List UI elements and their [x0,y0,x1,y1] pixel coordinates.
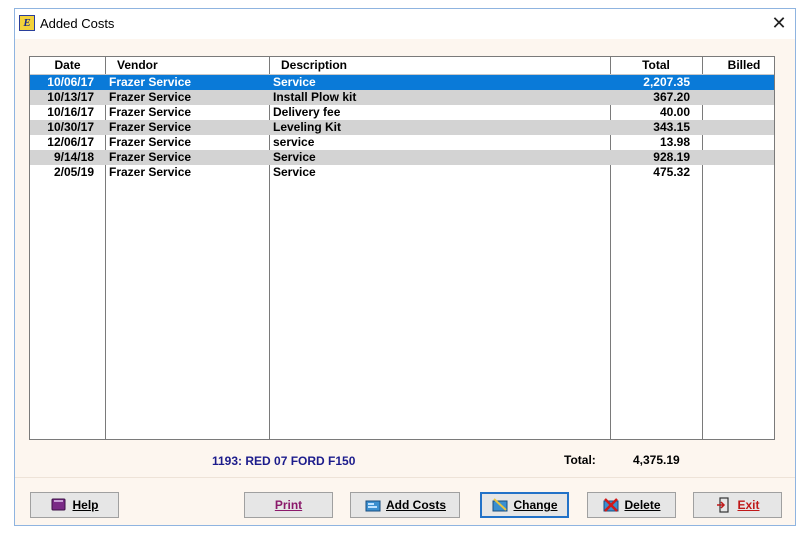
add-costs-button[interactable]: Add Costs [350,492,460,518]
cell-vendor: Frazer Service [109,90,192,104]
cell-total: 343.15 [653,120,690,134]
app-logo-icon: E [19,15,35,31]
cell-billed [702,105,774,120]
table-row[interactable]: 9/14/18 Frazer Service Service 928.19 [30,150,774,165]
vehicle-caption: 1193: RED 07 FORD F150 [212,454,356,468]
help-button[interactable]: Help [30,492,119,518]
add-costs-icon [364,497,382,513]
print-button[interactable]: Print [244,492,333,518]
cell-billed [702,150,774,165]
cell-date: 12/06/17 [47,135,94,149]
exit-label: Exit [737,498,760,512]
cell-billed [702,135,774,150]
header-billed[interactable]: Billed [702,57,774,74]
change-button[interactable]: Change [480,492,569,518]
cell-total: 367.20 [653,90,690,104]
cell-description: service [273,135,315,149]
exit-door-icon [715,497,733,513]
table-row[interactable]: 10/06/17 Frazer Service Service 2,207.35 [30,75,774,90]
total-label: Total: [564,453,596,467]
table-row[interactable]: 10/13/17 Frazer Service Install Plow kit 36… [30,90,774,105]
cell-date: 10/30/17 [47,120,94,134]
cell-date: 10/13/17 [47,90,94,104]
header-date[interactable]: Date [30,57,105,74]
delete-x-icon [602,497,620,513]
header-description[interactable]: Description [281,57,347,74]
cell-description: Delivery fee [273,105,341,119]
cell-billed [702,90,774,105]
edit-icon [491,497,509,513]
cell-vendor: Frazer Service [109,105,192,119]
costs-table[interactable]: Date Vendor Description Total Billed 10/… [29,56,775,440]
cell-billed [702,120,774,135]
cell-date: 9/14/18 [53,150,94,164]
added-costs-window: E Added Costs ✕ Date Vendor Description … [14,8,796,526]
cell-total: 40.00 [659,105,690,119]
table-row[interactable]: 12/06/17 Frazer Service service 13.98 [30,135,774,150]
cell-total: 13.98 [659,135,690,149]
cell-vendor: Frazer Service [109,150,192,164]
header-total[interactable]: Total [610,57,702,74]
help-label: Help [72,498,99,512]
header-vendor[interactable]: Vendor [117,57,158,74]
window-title: Added Costs [40,16,115,31]
cell-total: 2,207.35 [643,75,690,89]
cell-vendor: Frazer Service [109,165,192,179]
cell-description: Install Plow kit [273,90,357,104]
book-icon [50,497,68,513]
exit-button[interactable]: Exit [693,492,782,518]
close-button[interactable]: ✕ [763,9,795,39]
delete-label: Delete [624,498,661,512]
cell-total: 475.32 [653,165,690,179]
footer-divider [15,477,795,478]
cell-description: Service [273,165,316,179]
cell-billed [702,75,774,90]
table-row[interactable]: 10/30/17 Frazer Service Leveling Kit 343.15 [30,120,774,135]
cell-date: 2/05/19 [53,165,94,179]
table-row[interactable]: 10/16/17 Frazer Service Delivery fee 40.00 [30,105,774,120]
cell-description: Leveling Kit [273,120,342,134]
delete-button[interactable]: Delete [587,492,676,518]
total-value: 4,375.19 [633,453,680,467]
change-label: Change [513,498,558,512]
cell-description: Service [273,75,316,89]
cell-vendor: Frazer Service [109,75,192,89]
add-costs-label: Add Costs [386,498,446,512]
cell-vendor: Frazer Service [109,135,192,149]
cell-billed [702,165,774,180]
cell-total: 928.19 [653,150,690,164]
cell-vendor: Frazer Service [109,120,192,134]
cell-date: 10/16/17 [47,105,94,119]
cell-date: 10/06/17 [47,75,94,89]
print-label: Print [274,498,303,512]
cell-description: Service [273,150,316,164]
table-row[interactable]: 2/05/19 Frazer Service Service 475.32 [30,165,774,180]
title-bar: E Added Costs ✕ [15,9,795,39]
